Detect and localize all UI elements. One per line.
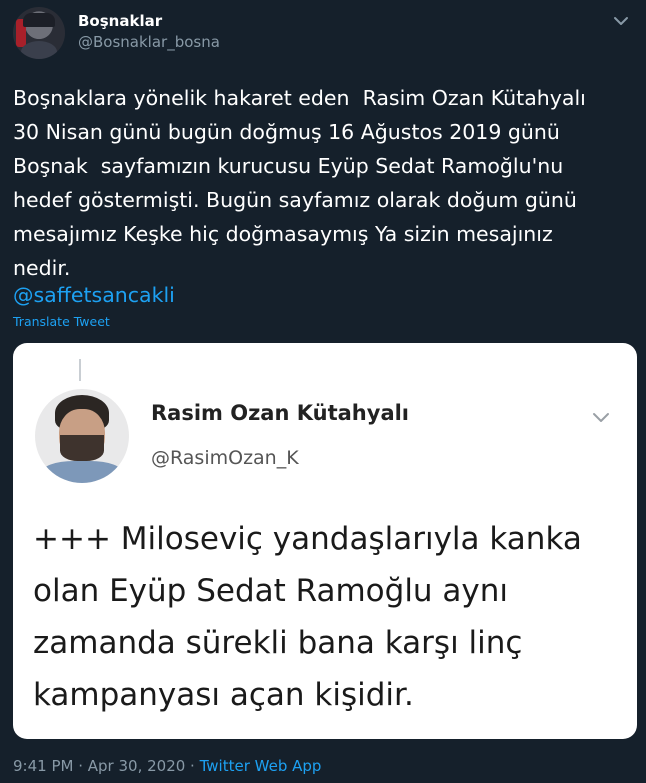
translate-tweet-link[interactable]: Translate Tweet (13, 314, 110, 329)
tweet-media-image[interactable]: Rasim Ozan Kütahyalı @RasimOzan_K +++ Mi… (13, 343, 637, 739)
tweet-meta: 9:41 PM · Apr 30, 2020 · Twitter Web App (13, 757, 321, 775)
author-handle[interactable]: @Bosnaklar_bosna (78, 33, 220, 51)
meta-separator: · (73, 757, 88, 775)
tweet-header: Boşnaklar @Bosnaklar_bosna (13, 7, 633, 61)
quoted-tweet-text: +++ Miloseviç yandaşlarıyla kanka olan E… (33, 521, 582, 713)
quoted-display-name: Rasim Ozan Kütahyalı (151, 401, 410, 425)
author-avatar[interactable] (13, 7, 65, 59)
avatar-shirt-shape (41, 461, 123, 483)
quoted-handle: @RasimOzan_K (151, 447, 299, 469)
tweet-source-link[interactable]: Twitter Web App (200, 757, 322, 775)
thread-line (79, 359, 81, 381)
chevron-down-icon[interactable] (611, 11, 631, 31)
avatar-beard-shape (60, 435, 104, 461)
avatar-body-shape (21, 41, 57, 59)
tweet-text: Boşnaklara yönelik hakaret eden Rasim Oz… (13, 86, 586, 280)
tweet-date[interactable]: Apr 30, 2020 (88, 757, 186, 775)
mention-link[interactable]: @saffetsancakli (13, 280, 175, 310)
chevron-down-icon (593, 413, 609, 422)
tweet-time[interactable]: 9:41 PM (13, 757, 73, 775)
avatar-cap-shape (23, 13, 55, 27)
author-display-name[interactable]: Boşnaklar (78, 12, 162, 30)
meta-separator: · (185, 757, 200, 775)
quoted-avatar (35, 389, 129, 483)
